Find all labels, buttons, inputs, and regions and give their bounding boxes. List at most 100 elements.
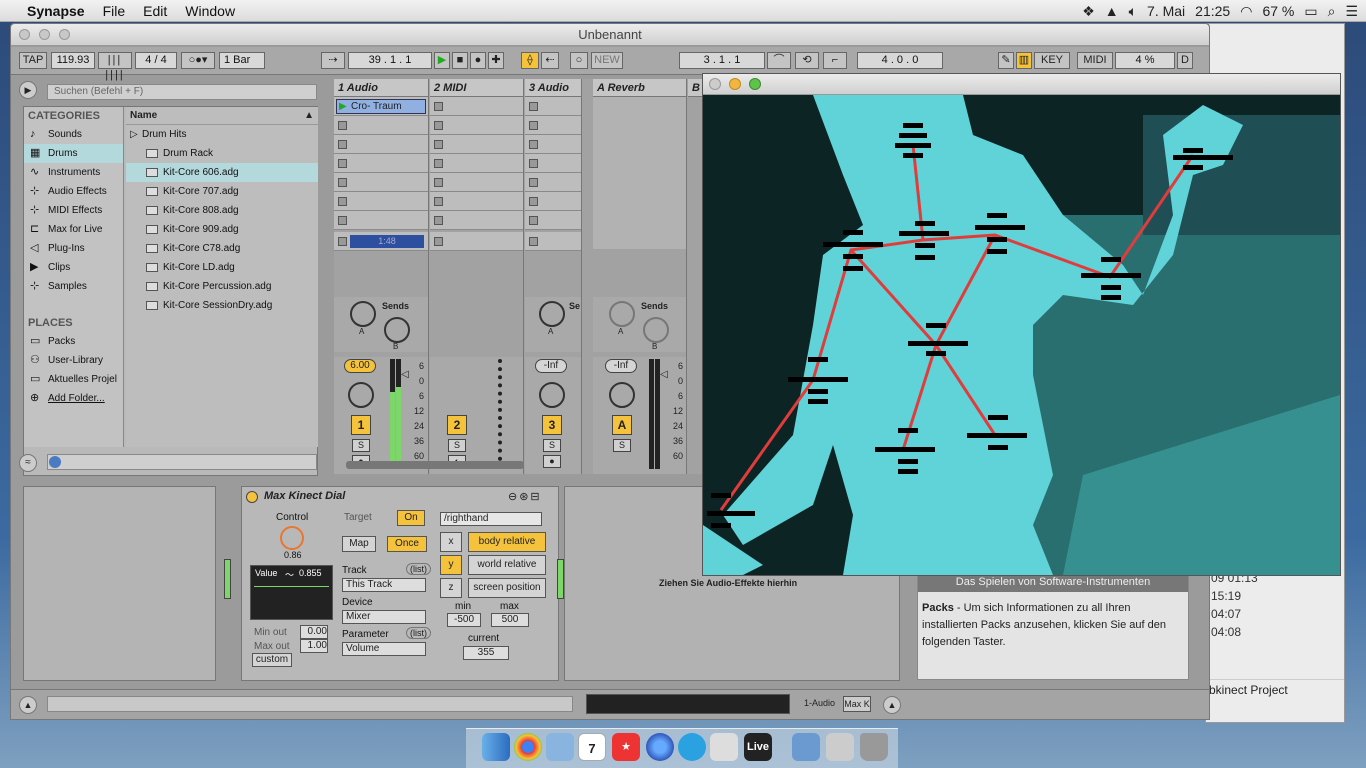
fader-cap-icon[interactable]: ◁ xyxy=(401,369,409,380)
stop-button[interactable]: ■ xyxy=(452,52,468,69)
world-relative-button[interactable]: world relative xyxy=(468,555,546,575)
stop-slot-icon[interactable] xyxy=(434,140,443,149)
category-instruments[interactable]: ∿ Instruments xyxy=(24,163,123,182)
loop-start[interactable]: 3 . 1 . 1 xyxy=(679,52,765,69)
category-clips[interactable]: ▶ Clips xyxy=(24,258,123,277)
category-plug-ins[interactable]: ◁ Plug-Ins xyxy=(24,239,123,258)
selected-device-label[interactable]: Max K xyxy=(843,696,871,712)
stop-slot-icon[interactable] xyxy=(338,121,347,130)
clock-time[interactable]: 21:25 xyxy=(1195,3,1230,19)
stop-slot-icon[interactable] xyxy=(434,216,443,225)
screen-position-button[interactable]: screen position xyxy=(468,578,546,598)
file-item[interactable]: Kit-Core 707.adg xyxy=(126,182,318,201)
pan-knob[interactable] xyxy=(348,382,374,408)
category-drums[interactable]: ▦ Drums xyxy=(24,144,123,163)
category-midi-effects[interactable]: ⊹ MIDI Effects xyxy=(24,201,123,220)
downloads-folder-icon[interactable] xyxy=(792,733,820,761)
track-title[interactable]: 1 Audio xyxy=(334,79,428,97)
arm-button[interactable]: ● xyxy=(543,455,561,468)
stop-slot-icon[interactable] xyxy=(529,159,538,168)
telegram-icon[interactable] xyxy=(678,733,706,761)
volume-value[interactable]: 6.00 xyxy=(344,359,376,373)
kinect-minimize-button[interactable] xyxy=(729,78,741,90)
file-item[interactable]: Kit-Core SessionDry.adg xyxy=(126,296,318,315)
folder-drum-hits[interactable]: ▷ Drum Hits xyxy=(126,125,318,144)
session-record-button[interactable]: ○ xyxy=(570,52,588,69)
horizontal-scrollbar[interactable] xyxy=(346,461,524,469)
battery-icon[interactable]: ▭ xyxy=(1304,3,1317,20)
clip-slot[interactable] xyxy=(334,211,428,230)
disclosure-triangle-icon[interactable]: ▷ xyxy=(130,125,138,144)
key-map-button[interactable]: KEY xyxy=(1034,52,1070,69)
stop-slot-icon[interactable] xyxy=(338,159,347,168)
stop-slot-icon[interactable] xyxy=(338,140,347,149)
category-audio-effects[interactable]: ⊹ Audio Effects xyxy=(24,182,123,201)
control-dial[interactable] xyxy=(280,526,304,550)
category-sounds[interactable]: ♪ Sounds xyxy=(24,125,123,144)
minimize-button[interactable] xyxy=(39,29,50,40)
parameter-select[interactable]: Volume xyxy=(342,642,426,656)
pan-knob[interactable] xyxy=(609,382,635,408)
wifi-icon[interactable]: ◠ xyxy=(1240,3,1252,20)
clip-status-slot[interactable] xyxy=(525,232,581,251)
drive-icon[interactable]: ▲ xyxy=(1105,3,1119,19)
solo-button[interactable]: S xyxy=(448,439,466,452)
stop-slot-icon[interactable] xyxy=(434,159,443,168)
file-item[interactable]: Kit-Core C78.adg xyxy=(126,239,318,258)
stop-clips-icon[interactable] xyxy=(338,237,347,246)
volume-value[interactable]: -Inf xyxy=(605,359,637,373)
loop-button[interactable]: ⟲ xyxy=(795,52,819,69)
category-max-for-live[interactable]: ⊏ Max for Live xyxy=(24,220,123,239)
pan-knob[interactable] xyxy=(539,382,565,408)
notification-list-icon[interactable]: ☰ xyxy=(1345,3,1358,20)
file-item[interactable]: Kit-Core 606.adg xyxy=(126,163,318,182)
track-select[interactable]: This Track xyxy=(342,578,426,592)
battery-percent[interactable]: 67 % xyxy=(1262,3,1294,19)
clip-slot[interactable] xyxy=(334,135,428,154)
once-button[interactable]: Once xyxy=(387,536,427,552)
dropbox-icon[interactable]: ❖ xyxy=(1082,3,1095,20)
clip-slot[interactable] xyxy=(334,116,428,135)
send-b-knob[interactable] xyxy=(643,317,669,343)
axis-z-button[interactable]: z xyxy=(440,578,462,598)
category-samples[interactable]: ⊹ Samples xyxy=(24,277,123,296)
browser-toggle-icon[interactable]: ▶ xyxy=(19,81,37,99)
computer-keyboard-icon[interactable]: ▥ xyxy=(1016,52,1032,69)
add-folder-link[interactable]: ⊕ Add Folder... xyxy=(24,389,123,408)
clip-slot[interactable] xyxy=(430,135,523,154)
fader-cap-icon[interactable]: ◁ xyxy=(660,369,668,380)
overdub-button[interactable]: ✚ xyxy=(488,52,504,69)
solo-button[interactable]: S xyxy=(352,439,370,452)
send-b-knob[interactable] xyxy=(384,317,410,343)
menu-edit[interactable]: Edit xyxy=(134,3,176,19)
clip-slot[interactable] xyxy=(430,97,523,116)
kinect-close-button[interactable] xyxy=(709,78,721,90)
info-toggle-icon[interactable]: ▲ xyxy=(19,696,37,714)
tempo-field[interactable]: 119.93 xyxy=(51,52,95,69)
clip-slot[interactable] xyxy=(430,116,523,135)
clip-slot[interactable] xyxy=(334,173,428,192)
draw-mode-icon[interactable]: ✎ xyxy=(998,52,1014,69)
project-label[interactable]: bkinect Project xyxy=(1206,679,1344,699)
record-button[interactable]: ● xyxy=(470,52,486,69)
name-column-header[interactable]: Name ▲ xyxy=(126,107,318,125)
browser-search-input[interactable]: Suchen (Befehl + F) xyxy=(47,84,317,100)
clip-slot[interactable] xyxy=(525,97,581,116)
zoom-button[interactable] xyxy=(59,29,70,40)
documents-stack-icon[interactable] xyxy=(826,733,854,761)
device-activator-icon[interactable] xyxy=(246,491,258,503)
stop-slot-icon[interactable] xyxy=(529,121,538,130)
clip-slot[interactable] xyxy=(525,192,581,211)
place-user-library[interactable]: ⚇ User-Library xyxy=(24,351,123,370)
detail-toggle-icon[interactable]: ▲ xyxy=(883,696,901,714)
quantize-menu[interactable]: 1 Bar xyxy=(219,52,265,69)
script-editor-icon[interactable] xyxy=(710,733,738,761)
clip-play-icon[interactable]: ▶ xyxy=(339,100,347,113)
track-activator[interactable]: 3 xyxy=(542,415,562,435)
clip-slot[interactable] xyxy=(525,173,581,192)
trash-icon[interactable] xyxy=(860,733,888,761)
axis-x-button[interactable]: x xyxy=(440,532,462,552)
calendar-icon[interactable]: 7 xyxy=(578,733,606,761)
tap-button[interactable]: TAP xyxy=(19,52,47,69)
custom-button[interactable]: custom xyxy=(252,653,292,667)
